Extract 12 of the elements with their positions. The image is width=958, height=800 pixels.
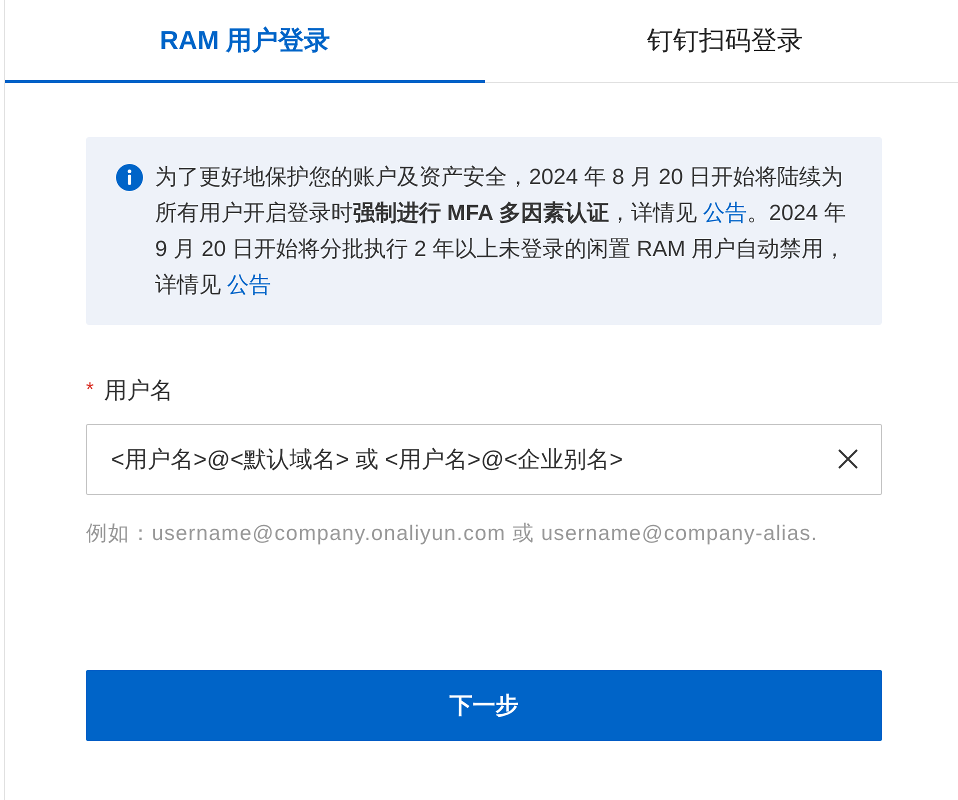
username-field[interactable]: <用户名>@<默认域名> 或 <用户名>@<企业别名> (86, 424, 882, 495)
info-icon (116, 164, 143, 191)
required-mark: * (86, 379, 94, 402)
hint-text: 例如：username@company.onaliyun.com 或 username@company-alias. (86, 521, 819, 547)
tab[interactable]: RAM 用户登录 (5, 0, 485, 83)
close-icon[interactable] (837, 448, 859, 470)
next-button[interactable]: 下一步 (86, 670, 882, 741)
notice-text: 为了更好地保护您的账户及资产安全，2024 年 8 月 20 日开始将陆续为所有用户开启登录时强制进行 MFA 多因素认证，详情见 公告。2024 年 9 月 20 日开始将分批执行 2 年以上未登录的闲置 RAM 用户自动禁用，详情见 公告 (155, 163, 848, 299)
field-label: 用户名 (104, 376, 173, 405)
tab[interactable]: 钉钉扫码登录 (485, 0, 958, 83)
announcement-link[interactable]: 公告 (227, 272, 272, 297)
announcement-link[interactable]: 公告 (702, 200, 747, 225)
